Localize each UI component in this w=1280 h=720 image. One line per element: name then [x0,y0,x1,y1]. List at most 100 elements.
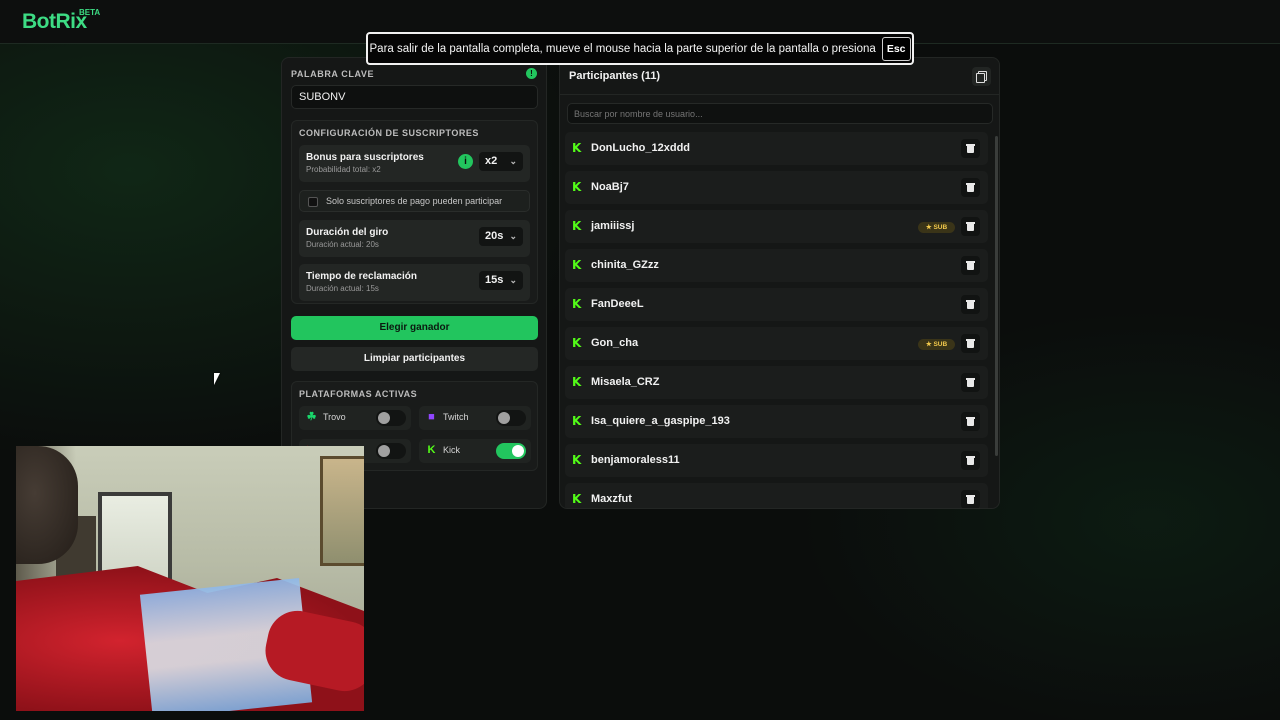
mouse-cursor-icon [214,373,220,385]
participant-name: Maxzfut [591,493,632,505]
trash-icon[interactable] [961,334,980,353]
spin-duration-subtitle: Duración actual: 20s [306,240,379,249]
spin-duration-select[interactable]: 20s ⌄ [479,227,523,246]
kick-icon: K [572,336,582,350]
participant-name: Isa_quiere_a_gaspipe_193 [591,415,730,427]
bonus-select[interactable]: x2 ⌄ [479,152,523,171]
webcam-overlay [16,446,364,711]
kick-icon: K [572,492,582,506]
giveaway-settings-panel: PALABRA CLAVE ! SUBONV CONFIGURACIÓN DE … [281,57,547,509]
list-item[interactable]: K Isa_quiere_a_gaspipe_193 [565,405,988,438]
kick-icon: K [572,375,582,389]
sub-badge: ★ SUB [918,222,955,233]
list-item[interactable]: K Misaela_CRZ [565,366,988,399]
list-item[interactable]: K DonLucho_12xddd [565,132,988,165]
platform-label: Trovo [323,412,346,422]
botrix-logo[interactable]: BotRix [22,10,87,34]
list-item[interactable]: K Maxzfut [565,483,988,508]
list-item[interactable]: K FanDeeeL [565,288,988,321]
trash-icon[interactable] [961,412,980,431]
kick-icon: K [572,453,582,467]
participant-name: jamiiissj [591,220,635,232]
trovo-toggle[interactable] [376,410,406,426]
trovo-icon: ☘ [306,411,317,423]
kick-icon: K [572,414,582,428]
spin-duration-title: Duración del giro [306,227,389,238]
twitch-toggle[interactable] [496,410,526,426]
trash-icon[interactable] [961,451,980,470]
active-platforms-title: PLATAFORMAS ACTIVAS [299,389,418,399]
keyword-label: PALABRA CLAVE [291,69,375,79]
subscriber-config-section: CONFIGURACIÓN DE SUSCRIPTORES Bonus para… [291,120,538,304]
chevron-down-icon: ⌄ [509,275,517,285]
platform-label: Twitch [443,412,469,422]
claim-time-row: Tiempo de reclamación Duración actual: 1… [299,264,530,301]
paid-only-checkbox[interactable] [308,197,318,207]
kick-icon: K [572,297,582,311]
list-item[interactable]: K jamiiissj ★ SUB [565,210,988,243]
webcam-picture-frame [320,456,364,566]
kick-icon: K [572,180,582,194]
kick-toggle[interactable] [496,443,526,459]
claim-time-subtitle: Duración actual: 15s [306,284,379,293]
webcam-person-head [16,446,78,564]
list-item[interactable]: K Gon_cha ★ SUB [565,327,988,360]
participant-list: K DonLucho_12xddd K NoaBj7 K jamiiissj ★… [565,132,991,508]
claim-time-value: 15s [485,274,504,286]
bonus-value: x2 [485,155,498,167]
participant-name: NoaBj7 [591,181,629,193]
claim-time-select[interactable]: 15s ⌄ [479,271,523,290]
info-icon[interactable]: ! [526,68,537,79]
kick-icon: K [572,141,582,155]
trash-icon[interactable] [961,178,980,197]
trash-icon[interactable] [961,490,980,508]
esc-key: Esc [881,36,911,61]
keyword-input[interactable]: SUBONV [291,85,538,109]
platform-twitch: ■ Twitch [419,406,531,430]
trash-icon[interactable] [961,139,980,158]
sub-badge-label: SUB [933,341,948,348]
bonus-subtitle: Probabilidad total: x2 [306,165,381,174]
list-item[interactable]: K chinita_GZzz [565,249,988,282]
kick-icon: K [572,258,582,272]
divider [560,94,999,95]
subscriber-bonus-row: Bonus para suscriptores Probabilidad tot… [299,145,530,182]
spin-duration-value: 20s [485,230,504,242]
trash-icon[interactable] [961,373,980,392]
platform-label: Kick [443,445,461,455]
participant-name: Gon_cha [591,337,639,349]
beta-badge: BETA [79,8,101,17]
list-item[interactable]: K NoaBj7 [565,171,988,204]
list-item[interactable]: K benjamoraless11 [565,444,988,477]
claim-time-title: Tiempo de reclamación [306,271,417,282]
trash-icon[interactable] [961,295,980,314]
participant-name: Misaela_CRZ [591,376,660,388]
paid-only-checkbox-row[interactable]: Solo suscriptores de pago pueden partici… [299,190,530,212]
info-icon[interactable]: i [458,154,473,169]
trash-icon[interactable] [961,256,980,275]
participants-panel: Participantes (11) K DonLucho_12xddd K N… [559,57,1000,509]
chevron-down-icon: ⌄ [509,231,517,241]
subscriber-config-title: CONFIGURACIÓN DE SUSCRIPTORES [299,128,479,138]
participant-name: DonLucho_12xddd [591,142,691,154]
participant-name: chinita_GZzz [591,259,659,271]
fullscreen-exit-notice: Para salir de la pantalla completa, muev… [366,32,914,65]
bonus-title: Bonus para suscriptores [306,152,424,163]
fullscreen-notice-text: Para salir de la pantalla completa, muev… [369,42,876,55]
platform-trovo: ☘ Trovo [299,406,411,430]
clear-participants-button[interactable]: Limpiar participantes [291,347,538,371]
chevron-down-icon: ⌄ [509,156,517,166]
trash-icon[interactable] [961,217,980,236]
copy-icon[interactable] [972,67,991,86]
twitch-icon: ■ [428,411,435,423]
pick-winner-button[interactable]: Elegir ganador [291,316,538,340]
sub-badge-label: SUB [933,224,948,231]
youtube-toggle[interactable] [376,443,406,459]
participant-search-input[interactable] [567,103,993,124]
participants-title: Participantes (11) [569,70,661,82]
kick-icon: K [427,444,436,456]
participant-name: FanDeeeL [591,298,644,310]
participant-list-scrollbar[interactable] [995,136,998,456]
platform-kick: K Kick [419,439,531,463]
kick-icon: K [572,219,582,233]
